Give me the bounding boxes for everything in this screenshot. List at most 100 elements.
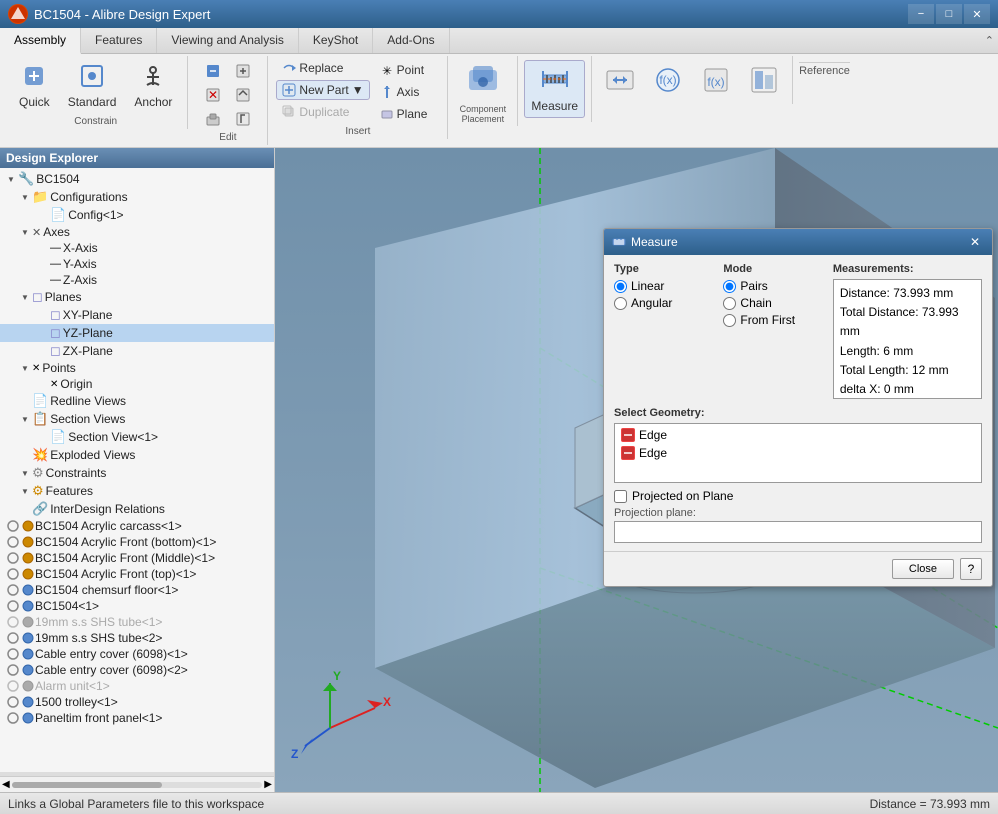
sidebar-item-config1[interactable]: ▶ 📄 Config<1>	[0, 206, 274, 224]
expand-redline-views[interactable]: ▶	[18, 394, 32, 408]
close-button-dialog[interactable]: Close	[892, 559, 954, 579]
geometry-item-1[interactable]: Edge	[617, 426, 979, 444]
sidebar-item-paneltim[interactable]: Paneltim front panel<1>	[0, 710, 274, 726]
edit-btn-5[interactable]	[199, 108, 227, 130]
tab-assembly[interactable]: Assembly	[0, 28, 81, 54]
quick-button[interactable]: Quick	[12, 58, 57, 114]
expand-x-axis[interactable]: ▶	[36, 241, 50, 255]
type-angular-option[interactable]: Angular	[614, 296, 713, 310]
sidebar-item-y-axis[interactable]: ▶ — Y-Axis	[0, 256, 274, 272]
tab-features[interactable]: Features	[81, 28, 157, 53]
tab-viewing-analysis[interactable]: Viewing and Analysis	[157, 28, 299, 53]
sidebar-item-chemsurf-floor[interactable]: BC1504 chemsurf floor<1>	[0, 582, 274, 598]
mode-pairs-radio[interactable]	[723, 280, 736, 293]
sidebar-item-interdesign[interactable]: ▶ 🔗 InterDesign Relations	[0, 500, 274, 518]
geometry-item-2[interactable]: Edge	[617, 444, 979, 462]
expand-exploded-views[interactable]: ▶	[18, 448, 32, 462]
tab-keyshot[interactable]: KeyShot	[299, 28, 373, 53]
expand-yz-plane[interactable]: ▶	[36, 326, 50, 340]
sidebar-item-acrylic-front-bottom[interactable]: BC1504 Acrylic Front (bottom)<1>	[0, 534, 274, 550]
edit-btn-6[interactable]	[229, 108, 257, 130]
projected-plane-checkbox-row[interactable]: Projected on Plane	[614, 489, 982, 503]
func-btn-1[interactable]	[598, 60, 642, 100]
sidebar-item-acrylic-front-top[interactable]: BC1504 Acrylic Front (top)<1>	[0, 566, 274, 582]
mode-from-first-radio[interactable]	[723, 314, 736, 327]
sidebar-item-redline-views[interactable]: ▶ 📄 Redline Views	[0, 392, 274, 410]
geometry-list[interactable]: Edge Edge	[614, 423, 982, 483]
new-part-dropdown-icon[interactable]: ▼	[352, 83, 364, 97]
sidebar-item-x-axis[interactable]: ▶ — X-Axis	[0, 240, 274, 256]
sidebar-item-cable-cover-1[interactable]: Cable entry cover (6098)<1>	[0, 646, 274, 662]
edit-btn-4[interactable]	[229, 84, 257, 106]
sidebar-item-origin[interactable]: ▶ ✕ Origin	[0, 376, 274, 392]
close-button[interactable]: ✕	[964, 4, 990, 24]
sidebar-tree[interactable]: ▼ 🔧 BC1504 ▼ 📁 Configurations ▶ 📄 Config…	[0, 168, 274, 772]
sidebar-item-bc1504-1[interactable]: BC1504<1>	[0, 598, 274, 614]
standard-button[interactable]: Standard	[61, 58, 124, 114]
sidebar-item-points[interactable]: ▼ ✕ Points	[0, 360, 274, 376]
expand-interdesign[interactable]: ▶	[18, 502, 32, 516]
expand-configurations[interactable]: ▼	[18, 190, 32, 204]
mode-from-first-option[interactable]: From First	[723, 313, 822, 327]
sidebar-item-alarm-unit[interactable]: Alarm unit<1>	[0, 678, 274, 694]
axis-button[interactable]: Axis	[374, 82, 434, 102]
ribbon-collapse-btn[interactable]: ⌃	[985, 34, 994, 47]
func-btn-4[interactable]	[742, 60, 786, 100]
replace-button[interactable]: Replace	[276, 58, 369, 78]
type-linear-option[interactable]: Linear	[614, 279, 713, 293]
window-controls[interactable]: − □ ✕	[908, 4, 990, 24]
expand-planes[interactable]: ▼	[18, 290, 32, 304]
sidebar-item-z-axis[interactable]: ▶ — Z-Axis	[0, 272, 274, 288]
expand-xy-plane[interactable]: ▶	[36, 308, 50, 322]
sidebar-item-yz-plane[interactable]: ▶ ◻ YZ-Plane	[0, 324, 274, 342]
sidebar-item-section-views[interactable]: ▼ 📋 Section Views	[0, 410, 274, 428]
edit-btn-2[interactable]	[229, 60, 257, 82]
edit-btn-3[interactable]: ✕	[199, 84, 227, 106]
sidebar-item-configurations[interactable]: ▼ 📁 Configurations	[0, 188, 274, 206]
expand-features[interactable]: ▼	[18, 484, 32, 498]
help-button[interactable]: ?	[960, 558, 982, 580]
mode-chain-radio[interactable]	[723, 297, 736, 310]
plane-button[interactable]: Plane	[374, 104, 434, 124]
sidebar-item-section-view1[interactable]: ▶ 📄 Section View<1>	[0, 428, 274, 446]
type-linear-radio[interactable]	[614, 280, 627, 293]
projected-plane-checkbox[interactable]	[614, 490, 627, 503]
sidebar-item-shs-tube-1[interactable]: 19mm s.s SHS tube<1>	[0, 614, 274, 630]
mode-chain-option[interactable]: Chain	[723, 296, 822, 310]
anchor-button[interactable]: Anchor	[127, 58, 179, 114]
expand-z-axis[interactable]: ▶	[36, 273, 50, 287]
expand-constraints[interactable]: ▼	[18, 466, 32, 480]
point-button[interactable]: ✳ Point	[374, 60, 434, 80]
sidebar-item-bc1504[interactable]: ▼ 🔧 BC1504	[0, 170, 274, 188]
maximize-button[interactable]: □	[936, 4, 962, 24]
type-angular-radio[interactable]	[614, 297, 627, 310]
dialog-close-x-button[interactable]: ✕	[966, 233, 984, 251]
sidebar-scroll-right[interactable]: ▶	[264, 779, 272, 790]
sidebar-item-axes[interactable]: ▼ ✕ Axes	[0, 224, 274, 240]
expand-section-views[interactable]: ▼	[18, 412, 32, 426]
mode-pairs-option[interactable]: Pairs	[723, 279, 822, 293]
sidebar-item-xy-plane[interactable]: ▶ ◻ XY-Plane	[0, 306, 274, 324]
sidebar-item-zx-plane[interactable]: ▶ ◻ ZX-Plane	[0, 342, 274, 360]
tab-addons[interactable]: Add-Ons	[373, 28, 449, 53]
expand-config1[interactable]: ▶	[36, 208, 50, 222]
new-part-button[interactable]: New Part ▼	[276, 80, 369, 100]
sidebar-item-trolley[interactable]: 1500 trolley<1>	[0, 694, 274, 710]
sidebar-item-acrylic-front-middle[interactable]: BC1504 Acrylic Front (Middle)<1>	[0, 550, 274, 566]
measure-button[interactable]: Measure	[524, 60, 585, 118]
sidebar-item-features[interactable]: ▼ ⚙ Features	[0, 482, 274, 500]
duplicate-button[interactable]: Duplicate	[276, 102, 369, 122]
expand-zx-plane[interactable]: ▶	[36, 344, 50, 358]
expand-origin[interactable]: ▶	[36, 377, 50, 391]
expand-axes[interactable]: ▼	[18, 225, 32, 239]
sidebar-item-cable-cover-2[interactable]: Cable entry cover (6098)<2>	[0, 662, 274, 678]
minimize-button[interactable]: −	[908, 4, 934, 24]
sidebar-item-constraints[interactable]: ▼ ⚙ Constraints	[0, 464, 274, 482]
sidebar-scroll-left[interactable]: ◀	[2, 779, 10, 790]
sidebar-item-planes[interactable]: ▼ ◻ Planes	[0, 288, 274, 306]
sidebar-item-exploded-views[interactable]: ▶ 💥 Exploded Views	[0, 446, 274, 464]
expand-y-axis[interactable]: ▶	[36, 257, 50, 271]
func-btn-3[interactable]: f(x)	[694, 60, 738, 100]
sidebar-item-shs-tube-2[interactable]: 19mm s.s SHS tube<2>	[0, 630, 274, 646]
viewport[interactable]: X Y Z	[275, 148, 998, 792]
